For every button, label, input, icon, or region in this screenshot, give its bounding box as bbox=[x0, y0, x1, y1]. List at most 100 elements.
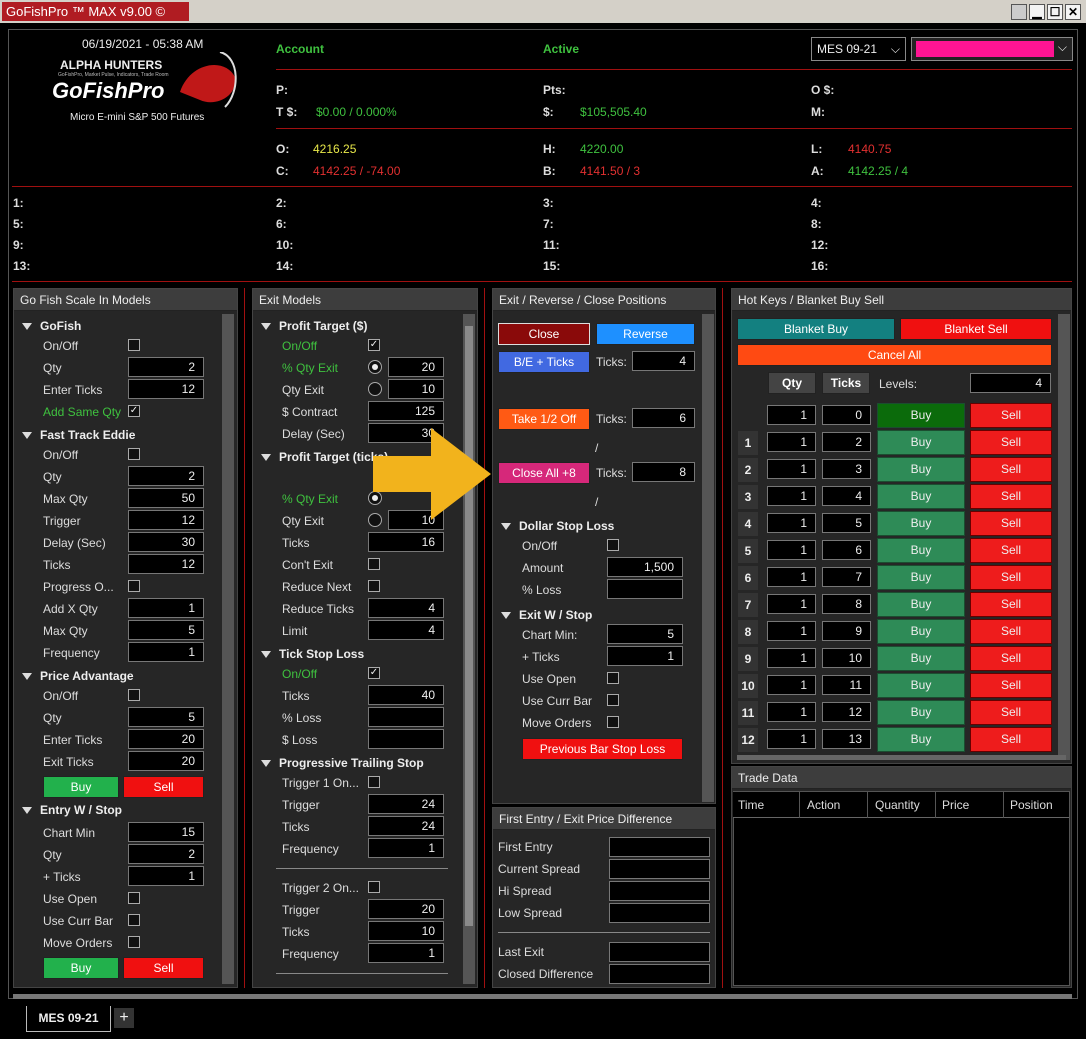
ptt-reduce-next-checkbox[interactable] bbox=[368, 580, 380, 592]
column-header[interactable]: Quantity bbox=[875, 798, 920, 812]
level-qty-input[interactable]: 1 bbox=[767, 648, 816, 668]
fte-addx-input[interactable]: 1 bbox=[128, 598, 204, 618]
dsl-onoff-checkbox[interactable] bbox=[607, 539, 619, 551]
level-ticks-input[interactable]: 3 bbox=[822, 459, 871, 479]
section-dollar-stop[interactable]: Dollar Stop Loss bbox=[501, 519, 614, 533]
level-sell-button[interactable]: Sell bbox=[970, 727, 1052, 752]
tsl-ticks-input[interactable]: 40 bbox=[368, 685, 444, 705]
pts-frequency1-input[interactable]: 1 bbox=[368, 838, 444, 858]
scrollbar[interactable] bbox=[702, 314, 714, 802]
add-tab-button[interactable]: + bbox=[114, 1008, 134, 1028]
gofish-enter-ticks-input[interactable]: 12 bbox=[128, 379, 204, 399]
pts-frequency2-input[interactable]: 1 bbox=[368, 943, 444, 963]
instrument-select[interactable]: MES 09-21 ⌵ bbox=[811, 37, 906, 61]
exs-moveord-checkbox[interactable] bbox=[607, 716, 619, 728]
level-qty-input[interactable]: 1 bbox=[767, 432, 816, 452]
take-half-off-button[interactable]: Take 1/2 Off bbox=[498, 408, 590, 430]
scrollbar-thumb[interactable] bbox=[465, 326, 473, 926]
closeall-ticks-input[interactable]: 8 bbox=[632, 462, 695, 482]
level-qty-input[interactable]: 1 bbox=[767, 486, 816, 506]
level-ticks-input[interactable]: 7 bbox=[822, 567, 871, 587]
scrollbar[interactable] bbox=[222, 314, 234, 984]
pa-qty-input[interactable]: 5 bbox=[128, 707, 204, 727]
gofish-qty-input[interactable]: 2 bbox=[128, 357, 204, 377]
pts-trigger2-input[interactable]: 20 bbox=[368, 899, 444, 919]
h-scrollbar[interactable] bbox=[13, 994, 1072, 999]
close-button[interactable]: ✕ bbox=[1065, 4, 1081, 20]
level-buy-button[interactable]: Buy bbox=[877, 403, 965, 428]
pts-ticks1-input[interactable]: 24 bbox=[368, 816, 444, 836]
pt-contract-input[interactable]: 125 bbox=[368, 401, 444, 421]
level-qty-input[interactable]: 1 bbox=[767, 594, 816, 614]
level-buy-button[interactable]: Buy bbox=[877, 538, 965, 563]
column-header[interactable]: Position bbox=[1010, 798, 1053, 812]
tsl-pct-loss-input[interactable] bbox=[368, 707, 444, 727]
section-profit-target[interactable]: Profit Target ($) bbox=[261, 319, 367, 333]
tsl-dollar-loss-input[interactable] bbox=[368, 729, 444, 749]
ews-qty-input[interactable]: 2 bbox=[128, 844, 204, 864]
ews-useopen-checkbox[interactable] bbox=[128, 892, 140, 904]
ews-usecurr-checkbox[interactable] bbox=[128, 914, 140, 926]
ews-chartmin-input[interactable]: 15 bbox=[128, 822, 204, 842]
level-sell-button[interactable]: Sell bbox=[970, 673, 1052, 698]
ews-moveord-checkbox[interactable] bbox=[128, 936, 140, 948]
level-ticks-input[interactable]: 12 bbox=[822, 702, 871, 722]
pt-pct-qty-radio[interactable] bbox=[368, 360, 382, 374]
level-qty-input[interactable]: 1 bbox=[767, 405, 816, 425]
ptt-reduce-ticks-input[interactable]: 4 bbox=[368, 598, 444, 618]
section-price-advantage[interactable]: Price Advantage bbox=[22, 669, 134, 683]
level-buy-button[interactable]: Buy bbox=[877, 700, 965, 725]
ptt-ticks-input[interactable]: 16 bbox=[368, 532, 444, 552]
level-buy-button[interactable]: Buy bbox=[877, 565, 965, 590]
h-scrollbar[interactable] bbox=[737, 755, 1066, 760]
close-position-button[interactable]: Close bbox=[498, 323, 590, 345]
fte-qty-input[interactable]: 2 bbox=[128, 466, 204, 486]
section-tick-stop[interactable]: Tick Stop Loss bbox=[261, 647, 364, 661]
levels-input[interactable]: 4 bbox=[970, 373, 1051, 393]
level-buy-button[interactable]: Buy bbox=[877, 511, 965, 536]
level-qty-input[interactable]: 1 bbox=[767, 567, 816, 587]
level-buy-button[interactable]: Buy bbox=[877, 430, 965, 455]
level-sell-button[interactable]: Sell bbox=[970, 511, 1052, 536]
exs-usecurr-checkbox[interactable] bbox=[607, 694, 619, 706]
level-sell-button[interactable]: Sell bbox=[970, 646, 1052, 671]
pt-onoff-checkbox[interactable]: ✓ bbox=[368, 339, 380, 351]
level-sell-button[interactable]: Sell bbox=[970, 592, 1052, 617]
level-buy-button[interactable]: Buy bbox=[877, 592, 965, 617]
level-ticks-input[interactable]: 8 bbox=[822, 594, 871, 614]
level-qty-input[interactable]: 1 bbox=[767, 621, 816, 641]
level-sell-button[interactable]: Sell bbox=[970, 484, 1052, 509]
scrollbar[interactable] bbox=[1058, 314, 1070, 760]
column-header[interactable]: Price bbox=[942, 798, 969, 812]
fte-maxqty2-input[interactable]: 5 bbox=[128, 620, 204, 640]
fte-ticks-input[interactable]: 12 bbox=[128, 554, 204, 574]
level-ticks-input[interactable]: 9 bbox=[822, 621, 871, 641]
exs-plus-ticks-input[interactable]: 1 bbox=[607, 646, 683, 666]
tsl-onoff-checkbox[interactable]: ✓ bbox=[368, 667, 380, 679]
scrollbar[interactable] bbox=[463, 314, 475, 984]
fte-maxqty-input[interactable]: 50 bbox=[128, 488, 204, 508]
blanket-buy-button[interactable]: Blanket Buy bbox=[737, 318, 895, 340]
section-exit-stop[interactable]: Exit W / Stop bbox=[501, 608, 592, 622]
add-same-qty-checkbox[interactable]: ✓ bbox=[128, 405, 140, 417]
fte-progress-checkbox[interactable] bbox=[128, 580, 140, 592]
level-sell-button[interactable]: Sell bbox=[970, 700, 1052, 725]
section-profit-ticks[interactable]: Profit Target (ticks) bbox=[261, 450, 388, 464]
level-ticks-input[interactable]: 11 bbox=[822, 675, 871, 695]
section-gofish[interactable]: GoFish bbox=[22, 319, 81, 333]
pts-ticks2-input[interactable]: 10 bbox=[368, 921, 444, 941]
level-sell-button[interactable]: Sell bbox=[970, 430, 1052, 455]
fte-delay-input[interactable]: 30 bbox=[128, 532, 204, 552]
fte-onoff-checkbox[interactable] bbox=[128, 448, 140, 460]
pa-buy-button[interactable]: Buy bbox=[43, 776, 119, 798]
fte-trigger-input[interactable]: 12 bbox=[128, 510, 204, 530]
ews-buy-button[interactable]: Buy bbox=[43, 957, 119, 979]
half-ticks-input[interactable]: 6 bbox=[632, 408, 695, 428]
level-buy-button[interactable]: Buy bbox=[877, 673, 965, 698]
level-qty-input[interactable]: 1 bbox=[767, 675, 816, 695]
exs-chartmin-input[interactable]: 5 bbox=[607, 624, 683, 644]
exs-useopen-checkbox[interactable] bbox=[607, 672, 619, 684]
close-all-button[interactable]: Close All +8 bbox=[498, 462, 590, 484]
level-ticks-input[interactable]: 5 bbox=[822, 513, 871, 533]
gofish-onoff-checkbox[interactable] bbox=[128, 339, 140, 351]
